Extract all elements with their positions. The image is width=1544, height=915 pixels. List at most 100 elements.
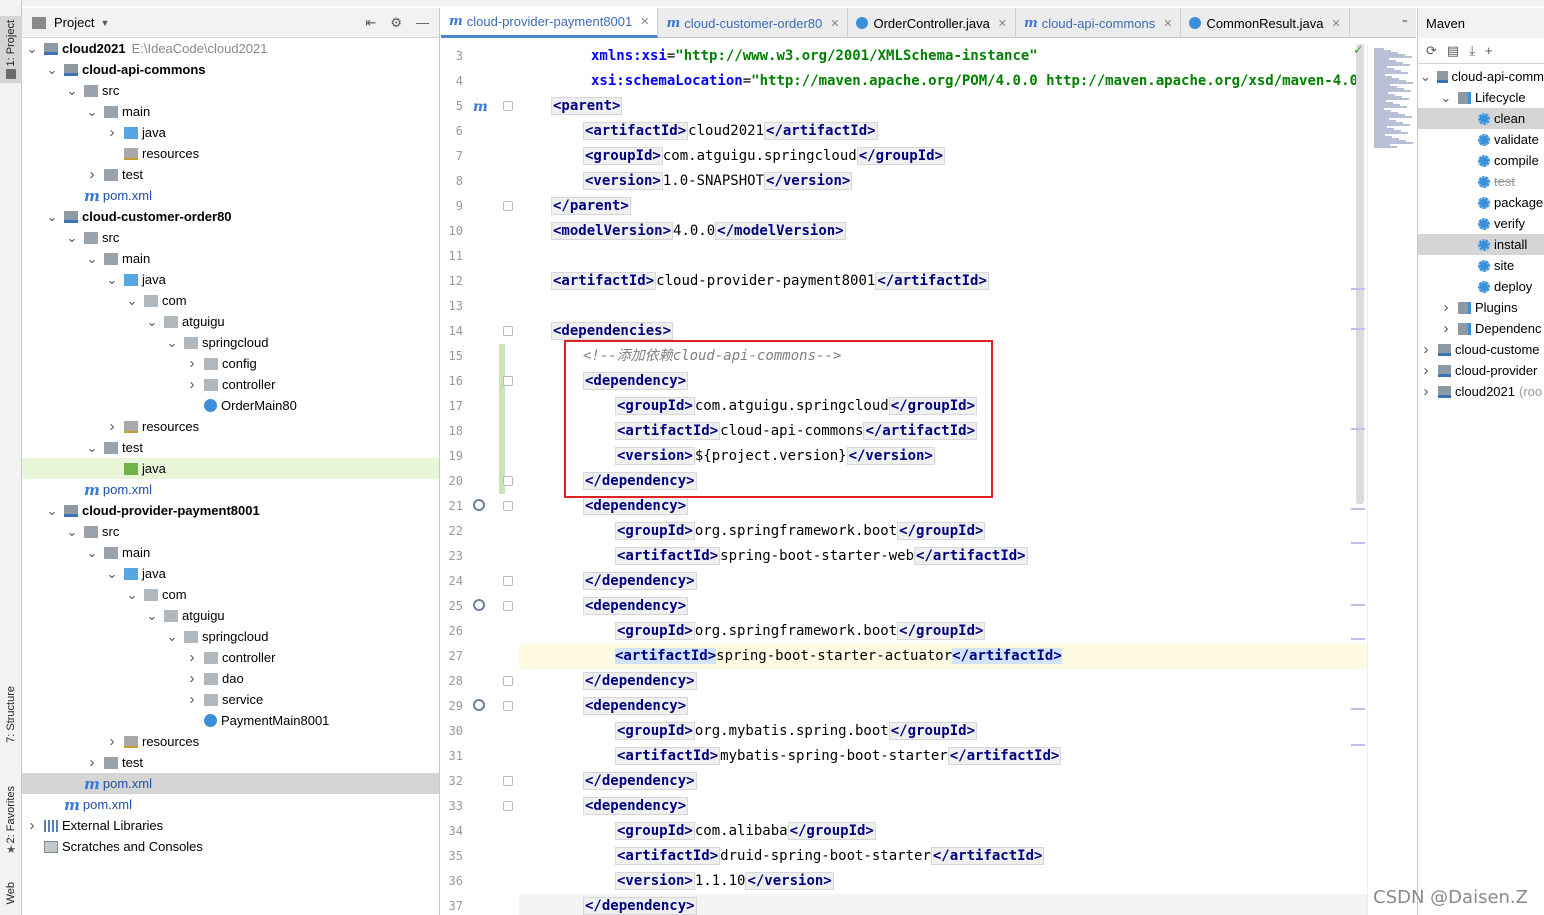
- fold-marker-icon[interactable]: [503, 576, 513, 586]
- error-stripe-mark[interactable]: [1351, 542, 1365, 544]
- fold-marker-icon[interactable]: [503, 676, 513, 686]
- fold-marker-icon[interactable]: [503, 501, 513, 511]
- tool-tab-web[interactable]: Web: [0, 882, 22, 904]
- maven-goal-item[interactable]: install: [1418, 234, 1544, 255]
- add-icon[interactable]: +: [1485, 43, 1493, 58]
- tree-item[interactable]: › java: [22, 122, 439, 143]
- tree-item[interactable]: › dao: [22, 668, 439, 689]
- tree-item[interactable]: ⌄ src: [22, 227, 439, 248]
- override-icon[interactable]: [473, 599, 485, 611]
- reload-icon[interactable]: ⟳: [1426, 43, 1437, 59]
- tree-item[interactable]: › controller: [22, 647, 439, 668]
- tree-item[interactable]: ⌄ springcloud: [22, 332, 439, 353]
- chevron-right-icon[interactable]: ›: [106, 733, 118, 750]
- vcs-change-marker[interactable]: [499, 344, 505, 494]
- error-stripe-mark[interactable]: [1351, 638, 1365, 640]
- tree-item[interactable]: ⌄ java: [22, 563, 439, 584]
- close-icon[interactable]: ✕: [640, 15, 649, 28]
- chevron-right-icon[interactable]: ›: [86, 754, 98, 771]
- fold-marker-icon[interactable]: [503, 376, 513, 386]
- editor-tab[interactable]: OrderController.java ✕: [848, 8, 1017, 38]
- error-stripe-mark[interactable]: [1351, 604, 1365, 606]
- tree-item[interactable]: java: [22, 458, 439, 479]
- chevron-right-icon[interactable]: ›: [186, 670, 198, 687]
- tree-item[interactable]: › controller: [22, 374, 439, 395]
- tree-item[interactable]: › service: [22, 689, 439, 710]
- fold-marker-icon[interactable]: [503, 201, 513, 211]
- maven-tree-item[interactable]: › cloud-provider: [1418, 360, 1544, 381]
- maven-tree-item[interactable]: ⌄ Lifecycle: [1418, 87, 1544, 108]
- tree-item[interactable]: resources: [22, 143, 439, 164]
- override-icon[interactable]: [473, 699, 485, 711]
- inspection-ok-icon[interactable]: ✓: [1353, 42, 1364, 58]
- chevron-right-icon[interactable]: ›: [1420, 341, 1432, 358]
- close-icon[interactable]: ✕: [998, 17, 1007, 30]
- fold-marker-icon[interactable]: [503, 101, 513, 111]
- chevron-right-icon[interactable]: ›: [186, 649, 198, 666]
- tree-item[interactable]: › config: [22, 353, 439, 374]
- tree-item[interactable]: ⌄ cloud-api-commons: [22, 59, 439, 80]
- chevron-right-icon[interactable]: ›: [1420, 383, 1432, 400]
- chevron-down-icon[interactable]: ⌄: [66, 230, 78, 246]
- chevron-down-icon[interactable]: ⌄: [86, 251, 98, 267]
- tree-item[interactable]: › resources: [22, 731, 439, 752]
- tree-item[interactable]: › External Libraries: [22, 815, 439, 836]
- close-icon[interactable]: ✕: [1331, 17, 1340, 30]
- tab-list-menu-icon[interactable]: ⁼: [1394, 8, 1416, 37]
- chevron-right-icon[interactable]: ›: [186, 376, 198, 393]
- collapse-all-icon[interactable]: ⇤: [365, 15, 376, 31]
- chevron-down-icon[interactable]: ⌄: [46, 503, 58, 519]
- chevron-right-icon[interactable]: ›: [106, 418, 118, 435]
- chevron-down-icon[interactable]: ⌄: [86, 440, 98, 456]
- maven-goal-item[interactable]: deploy: [1418, 276, 1544, 297]
- maven-parent-icon[interactable]: m: [473, 99, 488, 115]
- tree-item[interactable]: ⌄ cloud-customer-order80: [22, 206, 439, 227]
- tree-item[interactable]: ⌄ test: [22, 437, 439, 458]
- maven-tree-item[interactable]: › Dependenc: [1418, 318, 1544, 339]
- chevron-down-icon[interactable]: ⌄: [146, 314, 158, 330]
- chevron-down-icon[interactable]: ⌄: [26, 41, 38, 57]
- tool-tab-favorites[interactable]: 2: Favorites ★: [0, 786, 22, 856]
- chevron-down-icon[interactable]: ⌄: [66, 83, 78, 99]
- tree-item[interactable]: › resources: [22, 416, 439, 437]
- chevron-right-icon[interactable]: ›: [26, 817, 38, 834]
- fold-marker-icon[interactable]: [503, 476, 513, 486]
- maven-goal-item[interactable]: test: [1418, 171, 1544, 192]
- error-stripe-mark[interactable]: [1351, 744, 1365, 746]
- tree-item[interactable]: › test: [22, 164, 439, 185]
- tree-item[interactable]: ⌄ main: [22, 101, 439, 122]
- error-stripe-mark[interactable]: [1351, 428, 1365, 430]
- generate-sources-icon[interactable]: ▤: [1447, 43, 1459, 59]
- hide-panel-icon[interactable]: —: [416, 15, 429, 31]
- chevron-down-icon[interactable]: ⌄: [126, 587, 138, 603]
- error-stripe-mark[interactable]: [1351, 288, 1365, 290]
- chevron-down-icon[interactable]: ⌄: [86, 545, 98, 561]
- chevron-right-icon[interactable]: ›: [1440, 299, 1452, 316]
- tree-item[interactable]: ⌄ com: [22, 584, 439, 605]
- tool-tab-structure[interactable]: 7: Structure: [0, 686, 22, 743]
- chevron-down-icon[interactable]: ⌄: [86, 104, 98, 120]
- maven-goal-item[interactable]: validate: [1418, 129, 1544, 150]
- tree-item[interactable]: ⌄ cloud2021 E:\IdeaCode\cloud2021: [22, 38, 439, 59]
- tree-item[interactable]: m pom.xml: [22, 185, 439, 206]
- tree-item[interactable]: m pom.xml: [22, 794, 439, 815]
- fold-marker-icon[interactable]: [503, 776, 513, 786]
- close-icon[interactable]: ✕: [1163, 17, 1172, 30]
- chevron-down-icon[interactable]: ⌄: [106, 566, 118, 582]
- error-stripe-mark[interactable]: [1351, 328, 1365, 330]
- maven-goal-item[interactable]: package: [1418, 192, 1544, 213]
- tree-item[interactable]: › test: [22, 752, 439, 773]
- maven-tree-item[interactable]: › Plugins: [1418, 297, 1544, 318]
- chevron-down-icon[interactable]: ▼: [100, 18, 109, 28]
- override-icon[interactable]: [473, 499, 485, 511]
- editor-tab[interactable]: CommonResult.java ✕: [1181, 8, 1350, 38]
- fold-marker-icon[interactable]: [503, 801, 513, 811]
- project-view-selector[interactable]: Project: [54, 15, 94, 30]
- close-icon[interactable]: ✕: [830, 17, 839, 30]
- tree-item[interactable]: ⌄ java: [22, 269, 439, 290]
- fold-marker-icon[interactable]: [503, 326, 513, 336]
- tool-tab-project[interactable]: 1: Project: [0, 16, 22, 84]
- maven-tree-item[interactable]: › cloud2021 (roo: [1418, 381, 1544, 402]
- chevron-down-icon[interactable]: ⌄: [106, 272, 118, 288]
- gear-icon[interactable]: ⚙: [390, 15, 402, 31]
